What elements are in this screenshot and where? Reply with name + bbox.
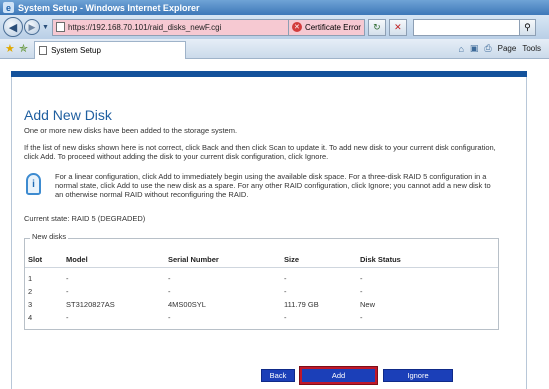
back-icon[interactable]: ◀ <box>3 17 23 37</box>
table-divider <box>25 267 498 268</box>
content-panel <box>11 77 527 389</box>
window-title-bar: e System Setup - Windows Internet Explor… <box>0 0 549 15</box>
cell-slot: 4 <box>28 313 33 322</box>
cell-slot: 1 <box>28 274 33 283</box>
tab-system-setup[interactable]: System Setup <box>34 40 187 59</box>
address-bar-row: ◀ ▶ ▼ https://192.168.70.101/raid_disks_… <box>0 15 549 39</box>
history-dropdown-icon[interactable]: ▼ <box>42 24 49 31</box>
back-button[interactable]: Back <box>261 369 295 382</box>
tools-menu[interactable]: Tools <box>522 44 541 53</box>
cell-model: - <box>66 313 69 322</box>
certificate-error-label: Certificate Error <box>304 22 361 32</box>
refresh-icon[interactable]: ↻ <box>367 18 386 36</box>
info-icon: i <box>26 173 41 195</box>
tab-page-icon <box>39 45 48 55</box>
current-state: Current state: RAID 5 (DEGRADED) <box>24 214 146 223</box>
cell-serial: - <box>168 287 171 296</box>
feeds-icon[interactable]: ▣ <box>470 43 479 54</box>
search-icon[interactable]: ⚲ <box>519 18 536 36</box>
stop-icon[interactable]: ✕ <box>388 18 407 36</box>
cell-status: - <box>360 313 363 322</box>
window-title: System Setup - Windows Internet Explorer <box>18 2 200 13</box>
add-button[interactable]: Add <box>300 367 377 384</box>
print-icon[interactable]: ⎙ <box>484 43 491 54</box>
cell-slot: 2 <box>28 287 33 296</box>
favorites-star-icon[interactable]: ★ <box>5 42 15 55</box>
tab-label: System Setup <box>51 45 101 55</box>
cell-model: ST3120827AS <box>66 300 115 309</box>
column-header-slot: Slot <box>28 255 43 264</box>
cell-serial: - <box>168 274 171 283</box>
search-input[interactable] <box>412 18 520 36</box>
cell-size: - <box>284 287 287 296</box>
new-disks-fieldset <box>24 238 499 330</box>
instructions-text: If the list of new disks shown here is n… <box>24 143 496 161</box>
certificate-error-button[interactable]: ✕ Certificate Error <box>288 18 365 36</box>
cell-status: New <box>360 300 376 309</box>
column-header-serial: Serial Number <box>168 255 219 264</box>
note-text: For a linear configuration, click Add to… <box>55 172 491 199</box>
cell-status: - <box>360 287 363 296</box>
page-icon <box>55 22 65 32</box>
cell-model: - <box>66 274 69 283</box>
cell-status: - <box>360 274 363 283</box>
cell-serial: 4MS00SYL <box>168 300 206 309</box>
cell-size: - <box>284 313 287 322</box>
cell-model: - <box>66 287 69 296</box>
column-header-model: Model <box>66 255 88 264</box>
cell-size: 111.79 GB <box>284 300 319 309</box>
new-disks-legend: New disks <box>30 232 69 241</box>
page-menu[interactable]: Page <box>498 44 517 53</box>
column-header-size: Size <box>284 255 300 264</box>
page-subtitle: One or more new disks have been added to… <box>24 126 238 135</box>
certificate-error-icon: ✕ <box>291 22 302 32</box>
page-title: Add New Disk <box>24 107 112 123</box>
column-header-status: Disk Status <box>360 255 401 264</box>
forward-icon[interactable]: ▶ <box>24 19 40 35</box>
cell-serial: - <box>168 313 171 322</box>
cell-slot: 3 <box>28 300 33 309</box>
add-favorites-icon[interactable]: ✯ <box>19 42 28 55</box>
address-input[interactable]: https://192.168.70.101/raid_disks_newF.c… <box>51 18 289 36</box>
home-icon[interactable]: ⌂ <box>458 44 463 54</box>
command-tools: ⌂ ▣ ⎙ Page Tools <box>452 43 549 54</box>
ignore-button[interactable]: Ignore <box>383 369 453 382</box>
ie-icon: e <box>3 2 14 13</box>
cell-size: - <box>284 274 287 283</box>
address-url: https://192.168.70.101/raid_disks_newF.c… <box>67 22 222 32</box>
command-bar: ★ ✯ System Setup ⌂ ▣ ⎙ Page Tools <box>0 39 549 59</box>
